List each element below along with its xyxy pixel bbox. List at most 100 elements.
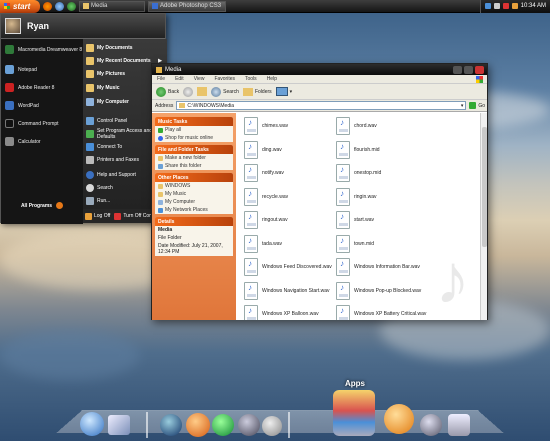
place-run[interactable]: Run...	[83, 197, 110, 205]
taskbar-task-media[interactable]: Media	[79, 0, 145, 12]
firefox-icon[interactable]	[186, 413, 210, 437]
file-item[interactable]: Windows Navigation Start.wav	[244, 281, 330, 300]
search-button[interactable]: Search	[211, 86, 239, 97]
program-calculator[interactable]: Calculator	[1, 137, 41, 146]
place-windows[interactable]: WINDOWS	[155, 182, 233, 190]
file-name: chimes.wav	[262, 123, 289, 129]
network-globe-icon[interactable]	[160, 414, 182, 436]
back-button[interactable]: Back	[156, 86, 179, 97]
volume-icon[interactable]	[493, 3, 500, 9]
clock[interactable]: 10:34 AM	[521, 3, 546, 9]
key-icon	[85, 212, 92, 220]
up-folder-button[interactable]	[197, 87, 208, 96]
folder-icon	[179, 103, 186, 108]
file-item[interactable]: notify.wav	[244, 164, 284, 182]
file-item[interactable]: chimes.wav	[244, 117, 288, 135]
chat-icon[interactable]	[212, 414, 234, 436]
folders-button[interactable]: Folders	[242, 87, 272, 96]
minimize-icon[interactable]	[453, 65, 462, 74]
music-tasks-header[interactable]: Music Tasks	[155, 117, 233, 126]
file-item[interactable]: ringout.wav	[244, 211, 288, 229]
taskbar-task-photoshop[interactable]: Adobe Photoshop CS3	[148, 0, 226, 12]
place-printers-faxes[interactable]: Printers and Faxes	[83, 156, 139, 164]
messenger-icon[interactable]	[67, 1, 76, 11]
place-my-computer[interactable]: My Computer	[155, 198, 233, 206]
place-label: Connect To	[97, 144, 123, 150]
task-new-folder[interactable]: Make a new folder	[155, 154, 233, 162]
file-item[interactable]: ringin.wav	[336, 187, 377, 206]
task-share-folder[interactable]: Share this folder	[155, 162, 233, 170]
file-item[interactable]: start.wav	[336, 211, 374, 229]
file-item[interactable]: chord.wav	[336, 117, 377, 135]
avatar[interactable]	[5, 18, 21, 34]
menu-view[interactable]: View	[194, 76, 205, 82]
go-button[interactable]: Go	[469, 102, 485, 109]
file-item[interactable]: Windows XP Balloon.wav	[244, 305, 319, 320]
task-play-all[interactable]: Play all	[155, 126, 233, 134]
file-tasks-header[interactable]: File and Folder Tasks	[155, 145, 233, 154]
place-my-music[interactable]: My Music	[83, 84, 120, 92]
menu-tools[interactable]: Tools	[245, 76, 257, 82]
apps-stack-icon[interactable]	[333, 390, 375, 436]
all-programs-button[interactable]: All Programs	[1, 199, 83, 212]
file-item[interactable]: Windows Feed Discovered.wav	[244, 258, 332, 276]
details-header[interactable]: Details	[155, 217, 233, 226]
place-my-music[interactable]: My Music	[155, 190, 233, 198]
program-command-prompt[interactable]: Command Prompt	[1, 119, 59, 128]
program-adobe-reader[interactable]: Adobe Reader 8	[1, 83, 54, 92]
log-off-button[interactable]: Log Off	[85, 212, 110, 220]
place-my-pictures[interactable]: My Pictures	[83, 70, 125, 78]
menu-edit[interactable]: Edit	[175, 76, 184, 82]
place-control-panel[interactable]: Control Panel	[83, 117, 127, 125]
place-my-computer[interactable]: My Computer	[83, 98, 129, 106]
place-help-support[interactable]: Help and Support	[83, 171, 136, 179]
address-bar: Address C:\WINDOWS\Media ▾ Go	[152, 100, 487, 112]
menu-file[interactable]: File	[157, 76, 165, 82]
network-places-icon	[158, 207, 163, 213]
file-item[interactable]: ding.wav	[244, 140, 282, 159]
network-icon[interactable]	[484, 3, 491, 9]
file-item[interactable]: onestop.mid	[336, 164, 381, 182]
file-item[interactable]: town.mid	[336, 234, 374, 253]
task-shop-music[interactable]: Shop for music online	[155, 134, 233, 142]
settings-icon[interactable]	[420, 414, 442, 436]
address-input[interactable]: C:\WINDOWS\Media ▾	[176, 101, 467, 110]
menu-favorites[interactable]: Favorites	[214, 76, 235, 82]
place-my-network[interactable]: My Network Places	[155, 206, 233, 214]
forward-arrow-icon[interactable]	[183, 86, 194, 97]
program-label: Command Prompt	[18, 120, 59, 127]
file-item[interactable]: Windows Information Bar.wav	[336, 258, 420, 276]
title-bar[interactable]: Media	[152, 64, 487, 75]
task-label: Shop for music online	[165, 135, 214, 141]
scrollbar-thumb[interactable]	[482, 127, 487, 247]
media-icon[interactable]	[238, 414, 260, 436]
start-button[interactable]: start	[0, 0, 40, 13]
chevron-down-icon[interactable]: ▾	[461, 103, 466, 109]
file-item[interactable]: Windows Pop-up Blocked.wav	[336, 281, 421, 300]
place-my-documents[interactable]: My Documents	[83, 44, 133, 52]
file-item[interactable]: tada.wav	[244, 234, 282, 253]
program-wordpad[interactable]: WordPad	[1, 101, 39, 110]
file-item[interactable]: flourish.mid	[336, 140, 380, 159]
maximize-icon[interactable]	[464, 65, 473, 74]
internet-explorer-icon[interactable]	[384, 404, 414, 434]
program-notepad[interactable]: Notepad	[1, 65, 37, 74]
photo-viewer-icon[interactable]	[108, 415, 130, 435]
mail-icon[interactable]	[262, 416, 282, 436]
firefox-icon[interactable]	[43, 1, 52, 11]
recycle-bin-icon[interactable]	[448, 414, 470, 436]
media-player-icon[interactable]	[55, 1, 64, 11]
place-search[interactable]: Search	[83, 184, 113, 192]
close-icon[interactable]	[475, 65, 484, 74]
audio-file-icon	[336, 140, 350, 159]
security-icon[interactable]	[502, 3, 509, 9]
file-item[interactable]: Windows XP Battery Critical.wav	[336, 305, 426, 320]
tray-app-icon[interactable]	[511, 3, 518, 9]
globe-icon[interactable]	[80, 412, 104, 436]
vertical-scrollbar[interactable]	[480, 113, 487, 320]
program-dreamweaver[interactable]: Macromedia Dreamweaver 8	[1, 45, 82, 54]
other-places-header[interactable]: Other Places	[155, 173, 233, 182]
views-button[interactable]: ▾	[275, 87, 292, 96]
menu-help[interactable]: Help	[267, 76, 277, 82]
file-item[interactable]: recycle.wav	[244, 187, 288, 206]
